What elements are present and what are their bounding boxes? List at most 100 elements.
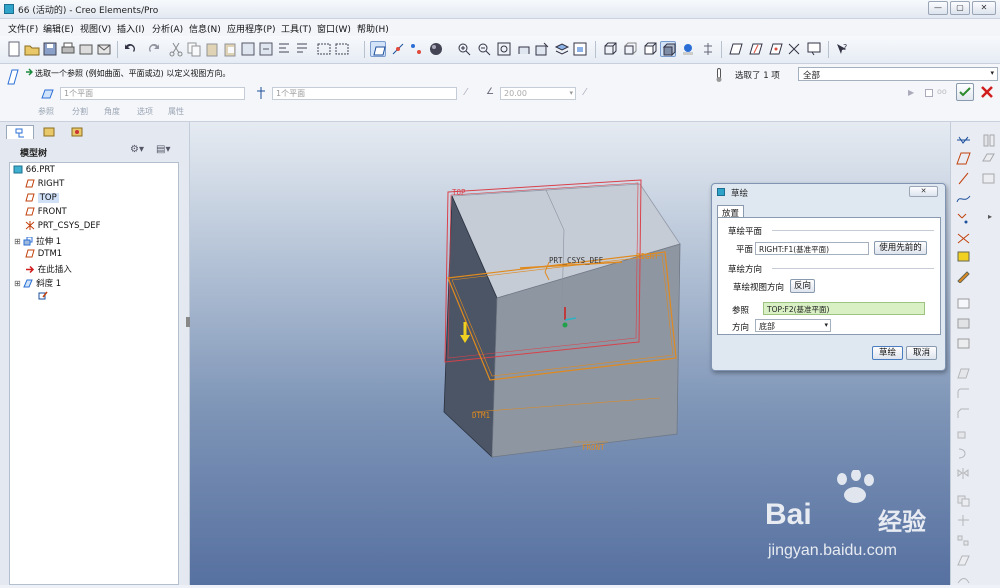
menu-edit[interactable]: 编辑(E) (43, 22, 74, 35)
dialog-close-button[interactable]: ✕ (909, 186, 938, 197)
plane-tool-icon[interactable] (956, 134, 971, 147)
datum-point-tool-icon[interactable] (956, 212, 971, 225)
paste-special-icon[interactable] (222, 41, 238, 57)
tab-properties[interactable]: 属性 (168, 106, 184, 117)
open-selection-icon[interactable] (334, 41, 350, 57)
menu-view[interactable]: 视图(V) (80, 22, 111, 35)
datum-display-icon[interactable] (700, 41, 716, 57)
tree-item-front[interactable]: FRONT (25, 207, 67, 217)
dialog-titlebar[interactable]: 草绘 ✕ (712, 184, 945, 200)
open-icon[interactable] (24, 41, 40, 57)
datum-axis-tool-icon[interactable] (956, 172, 971, 185)
plane-display-icon[interactable] (728, 41, 744, 57)
expand-icon[interactable]: ⊞ (14, 279, 21, 288)
draft-tool-icon[interactable] (956, 367, 971, 380)
csys-tool-icon[interactable] (956, 232, 971, 245)
tab-references[interactable]: 参照 (38, 106, 54, 117)
more-tools-icon[interactable]: ▸ (988, 212, 1000, 225)
find-icon[interactable] (276, 41, 292, 57)
draft-surface-field[interactable]: 1个平面 (60, 87, 245, 100)
send-icon[interactable] (78, 41, 94, 57)
angle-field[interactable]: 20.00 ▾ (500, 87, 576, 100)
sketch-plane-icon[interactable] (370, 41, 386, 57)
flip-icon[interactable]: ⁄ (465, 87, 479, 100)
menu-file[interactable]: 文件(F) (8, 22, 38, 35)
refit-icon[interactable] (496, 41, 512, 57)
menu-analysis[interactable]: 分析(A) (152, 22, 183, 35)
flip-angle-icon[interactable]: ⁄ (584, 87, 598, 100)
axis-display-icon[interactable] (748, 41, 764, 57)
print-icon[interactable] (60, 41, 76, 57)
orientation-select[interactable]: 底部 ▾ (755, 319, 831, 332)
tree-item-top[interactable]: TOP (25, 193, 59, 203)
regenerate-manager-icon[interactable] (258, 41, 274, 57)
preview-checkbox[interactable] (925, 89, 933, 97)
cut-icon[interactable] (168, 41, 184, 57)
context-help-icon[interactable]: ? (834, 41, 850, 57)
datum-point-icon[interactable] (408, 41, 424, 57)
redo-icon[interactable] (146, 41, 162, 57)
tab-angles[interactable]: 角度 (104, 106, 120, 117)
pause-icon[interactable]: ▶ (908, 88, 916, 98)
reorient-icon[interactable] (516, 41, 532, 57)
tree-item-part[interactable]: 66.PRT (13, 165, 55, 175)
fill-tool-icon[interactable] (981, 172, 996, 185)
point-display-icon[interactable] (768, 41, 784, 57)
zoom-out-icon[interactable] (476, 41, 492, 57)
save-icon[interactable] (42, 41, 58, 57)
copy-icon[interactable] (186, 41, 202, 57)
view-manager-icon[interactable] (572, 41, 588, 57)
tab-split[interactable]: 分割 (72, 106, 88, 117)
tab-options[interactable]: 选项 (137, 106, 153, 117)
selection-box-icon[interactable] (316, 41, 332, 57)
mail-icon[interactable] (96, 41, 112, 57)
shading-icon[interactable] (428, 41, 444, 57)
flip-button[interactable]: 反向 (790, 279, 815, 293)
draft-hinge-field[interactable]: 1个平面 (272, 87, 457, 100)
navigator-tab-model-tree[interactable] (6, 125, 34, 139)
hidden-line-icon[interactable] (622, 41, 638, 57)
surface-tool-icon[interactable] (981, 134, 996, 147)
menu-info[interactable]: 信息(N) (189, 22, 221, 35)
menu-help[interactable]: 帮助(H) (357, 22, 389, 35)
undo-icon[interactable] (122, 41, 138, 57)
reference-field[interactable]: TOP:F2(基准平面) (763, 302, 925, 315)
chamfer-tool-icon[interactable] (956, 407, 971, 420)
sketch-cancel-button[interactable]: 取消 (906, 346, 937, 360)
new-icon[interactable] (6, 41, 22, 57)
hole-tool-icon[interactable] (956, 297, 971, 310)
tree-item-dtm1[interactable]: DTM1 (25, 249, 62, 259)
sketch-ok-button[interactable]: 草绘 (872, 346, 903, 360)
close-button[interactable]: ✕ (972, 1, 996, 15)
tree-item-right[interactable]: RIGHT (25, 179, 64, 189)
tree-item-sketch-in-progress[interactable] (38, 291, 48, 301)
tree-item-csys[interactable]: PRT_CSYS_DEF (25, 221, 101, 231)
tree-item-draft[interactable]: ⊞ 斜度 1 (14, 277, 61, 289)
revolve-tool-icon[interactable] (956, 447, 971, 460)
saved-views-icon[interactable] (534, 41, 550, 57)
menu-applications[interactable]: 应用程序(P) (227, 22, 275, 35)
tree-settings-icon[interactable]: ⚙▾ (130, 144, 152, 158)
regenerate-icon[interactable] (240, 41, 256, 57)
wireframe-icon[interactable] (602, 41, 618, 57)
analysis-tool-icon[interactable] (956, 250, 971, 263)
enhanced-realism-icon[interactable] (680, 41, 696, 57)
plane-field[interactable]: RIGHT:F1(基准平面) (755, 242, 869, 255)
boundary-tool-icon[interactable] (981, 152, 996, 165)
shell-tool-icon[interactable] (956, 317, 971, 330)
annotation-display-icon[interactable] (806, 41, 822, 57)
sketch-tool-icon[interactable] (956, 270, 971, 284)
no-hidden-icon[interactable] (642, 41, 658, 57)
thicken-tool-icon[interactable] (956, 572, 971, 585)
cancel-feature-button[interactable] (978, 83, 996, 101)
use-previous-button[interactable]: 使用先前的 (874, 241, 927, 255)
expand-icon[interactable]: ⊞ (14, 237, 21, 246)
navigator-tab-folder[interactable] (36, 125, 62, 139)
menu-insert[interactable]: 插入(I) (117, 22, 145, 35)
csys-display-icon[interactable] (786, 41, 802, 57)
datum-curve-tool-icon[interactable] (956, 192, 971, 205)
navigator-tab-favorites[interactable] (64, 125, 90, 139)
datum-plane-tool-icon[interactable] (956, 152, 971, 165)
select-box-icon[interactable] (294, 41, 310, 57)
minimize-button[interactable]: — (928, 1, 948, 15)
